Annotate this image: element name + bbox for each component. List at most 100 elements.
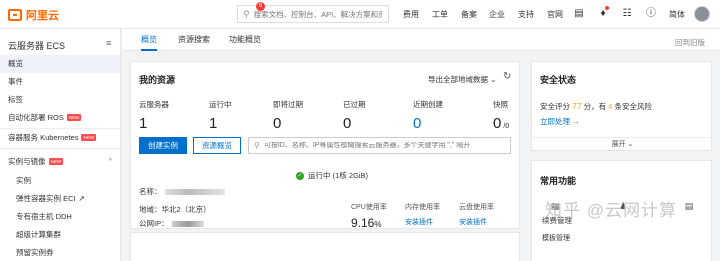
stat-label: 运行中 — [209, 100, 232, 109]
instance-status: ✓ 运行中 (1核 2GiB) — [296, 170, 368, 181]
nav-support[interactable]: 支持 — [518, 0, 534, 29]
global-search-input[interactable] — [253, 9, 382, 19]
handle-now-link[interactable]: 立即处理 → — [540, 116, 580, 127]
tab-feature-overview[interactable]: 功能概览 — [229, 29, 261, 51]
resource-search-input[interactable] — [263, 142, 504, 149]
stat-value: 0 — [343, 115, 352, 132]
sidebar-group-instances-images[interactable]: 实例与镜像 NEW ^ — [0, 153, 120, 171]
new-badge: NEW — [66, 114, 82, 121]
search-icon: ⚲ — [254, 141, 260, 150]
sidebar-item-kubernetes[interactable]: 容器服务 Kubernetes NEW — [0, 129, 120, 147]
stat-expired[interactable]: 已过期 0 — [343, 99, 366, 132]
sidebar-title: 云服务器 ECS — [8, 41, 66, 51]
sidebar-item-label: 预留实例券 — [16, 248, 54, 257]
nav-tickets[interactable]: 工单 — [432, 0, 448, 29]
stat-unit: /0 — [503, 123, 510, 130]
language-switch[interactable]: 简体 — [669, 0, 685, 29]
notification-dot — [605, 6, 609, 10]
export-label: 导出全部地域数据 — [428, 75, 488, 84]
aliyun-logo[interactable]: 阿里云 — [8, 7, 59, 23]
sidebar-item-label: 概览 — [8, 59, 23, 68]
sidebar-item-events[interactable]: 事件 — [0, 73, 120, 91]
redacted-ip — [171, 221, 204, 228]
panel-title: 常用功能 — [540, 176, 577, 186]
external-link-icon: ↗ — [78, 194, 85, 203]
sidebar-item-tags[interactable]: 标签 — [0, 91, 120, 109]
function-template[interactable]: 模板管理 — [542, 233, 570, 243]
nav-fees[interactable]: 费用 — [403, 0, 419, 29]
logo-icon — [8, 9, 22, 21]
stat-label: 已过期 — [343, 100, 366, 109]
status-text: 运行中 — [308, 171, 331, 180]
stat-value: 1 — [209, 115, 218, 132]
tab-overview[interactable]: 概览 — [141, 29, 157, 51]
stat-value: 0 — [273, 115, 282, 132]
instance-region-row: 地域：华北2（北京） — [139, 204, 211, 215]
sidebar-item-ros[interactable]: 自动化部署 ROS NEW — [0, 109, 120, 127]
terminal-icon[interactable]: ▤ — [573, 8, 585, 20]
sidebar-item-label: 弹性容器实例 ECI — [16, 194, 76, 203]
search-icon: ⚲ — [243, 8, 250, 19]
refresh-icon[interactable]: ↻ — [503, 71, 511, 82]
stat-value: 1 — [139, 115, 148, 132]
sidebar-item-overview[interactable]: 概览 — [0, 55, 120, 73]
resource-search[interactable]: ⚲ — [248, 137, 511, 154]
panel-title: 安全状态 — [540, 75, 577, 85]
tab-resource-search[interactable]: 资源搜索 — [178, 29, 210, 51]
disk-usage: 云盘使用率 安装插件 — [459, 202, 494, 227]
sidebar-item-label: 标签 — [8, 95, 23, 104]
sidebar: 云服务器 ECS ≡ 概览 事件 标签 自动化部署 ROS NEW 容器服务 Ku… — [0, 29, 121, 261]
create-instance-button[interactable]: 创建实例 — [139, 137, 187, 154]
sidebar-item-instances[interactable]: 实例 — [0, 172, 120, 190]
disk-label: 云盘使用率 — [459, 204, 494, 211]
collapse-icon[interactable]: ≡ — [106, 38, 111, 48]
score-prefix: 安全评分 — [540, 102, 570, 111]
new-badge: NEW — [48, 158, 63, 165]
sidebar-item-ddh[interactable]: 专有宿主机 DDH — [0, 208, 120, 226]
instance-ip-row: 公网IP： — [139, 218, 204, 229]
resource-overview-button[interactable]: 资源概览 — [193, 137, 241, 154]
stat-value: 0 — [413, 115, 422, 132]
install-plugin-link[interactable]: 安装插件 — [405, 217, 440, 227]
divider — [0, 148, 120, 149]
sidebar-item-label: 实例与镜像 — [8, 157, 46, 166]
sidebar-item-eci[interactable]: 弹性容器实例 ECI ↗ — [0, 190, 120, 208]
chevron-down-icon: ⌄ — [490, 75, 497, 84]
sidebar-item-label: 容器服务 Kubernetes — [8, 133, 79, 142]
install-plugin-link[interactable]: 安装插件 — [459, 217, 494, 227]
memory-usage: 内存使用率 安装插件 — [405, 202, 440, 227]
expand-button[interactable]: 展开 ⌄ — [532, 137, 713, 151]
my-resources-panel: 我的资源 导出全部地域数据 ⌄ ↻ 云服务器 1 运行中 1 即将过期 0 已过… — [130, 61, 520, 230]
return-old-version-link[interactable]: 回到旧版 — [675, 37, 705, 48]
help-icon[interactable]: ⓘ — [645, 8, 657, 20]
sidebar-item-scc[interactable]: 超级计算集群 — [0, 226, 120, 244]
check-circle-icon: ✓ — [296, 171, 304, 180]
document-icon[interactable]: ▤ — [684, 201, 694, 211]
security-score: 安全评分 77 分，有 4 条安全风险 — [540, 101, 652, 112]
score-suffix: 分，有 — [583, 102, 607, 111]
stat-recently-created[interactable]: 近期创建 0 — [413, 99, 443, 132]
nav-enterprise[interactable]: 企业 — [489, 0, 505, 29]
avatar[interactable] — [694, 6, 710, 22]
risk-suffix: 条安全风险 — [614, 102, 653, 111]
cpu-usage: CPU使用率 9.16% — [351, 202, 387, 230]
stat-snapshots[interactable]: 快照 0/0 — [493, 99, 509, 132]
nav-official-site[interactable]: 官网 — [547, 0, 563, 29]
stat-running[interactable]: 运行中 1 — [209, 99, 232, 132]
stat-expiring[interactable]: 即将过期 0 — [273, 99, 303, 132]
cpu-unit: % — [374, 220, 382, 229]
sidebar-item-label: 实例 — [16, 176, 31, 185]
instance-name-row[interactable]: 名称： — [139, 186, 225, 197]
secondary-panel — [130, 232, 520, 261]
stat-label: 快照 — [493, 100, 508, 109]
cart-icon[interactable]: ☷ — [621, 8, 633, 20]
chevron-up-icon: ^ — [108, 158, 112, 165]
sidebar-item-label: 事件 — [8, 77, 23, 86]
stat-ecs[interactable]: 云服务器 1 — [139, 99, 169, 132]
nav-filing[interactable]: 备案 — [461, 0, 477, 29]
sidebar-item-reserved-instances[interactable]: 预留实例券 — [0, 244, 120, 261]
redacted-name — [164, 189, 225, 196]
security-status-panel: 安全状态 安全评分 77 分，有 4 条安全风险 立即处理 → 展开 ⌄ — [531, 61, 713, 151]
export-dropdown[interactable]: 导出全部地域数据 ⌄ — [428, 74, 496, 85]
brand-name: 阿里云 — [26, 10, 59, 22]
